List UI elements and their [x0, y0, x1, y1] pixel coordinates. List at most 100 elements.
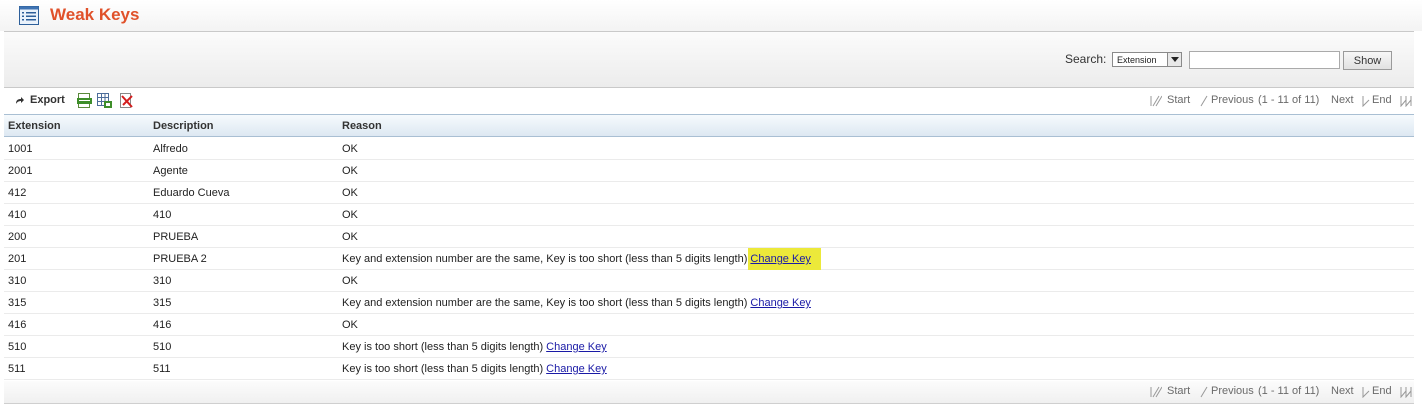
table-header: Extension Description Reason	[4, 114, 1414, 137]
reason-cell: OK	[342, 187, 358, 199]
pager-previous-link[interactable]: Previous	[1211, 94, 1254, 106]
reason-cell: OK	[342, 165, 358, 177]
reason-text: OK	[342, 143, 358, 155]
export-arrow-icon	[16, 97, 24, 104]
description-cell: PRUEBA 2	[153, 253, 207, 265]
table-row: 310 310 OK	[4, 270, 1414, 292]
extension-cell: 200	[8, 231, 27, 243]
description-cell: Eduardo Cueva	[153, 187, 230, 199]
change-key-link[interactable]: Change Key	[546, 363, 607, 375]
reason-cell: OK	[342, 231, 358, 243]
export-label: Export	[30, 94, 65, 106]
change-key-link[interactable]: Change Key	[748, 248, 821, 270]
table-row: 412 Eduardo Cueva OK	[4, 182, 1414, 204]
show-button[interactable]: Show	[1343, 51, 1392, 70]
reason-text: OK	[342, 165, 358, 177]
search-label: Search:	[1065, 52, 1107, 66]
extension-cell: 2001	[8, 165, 33, 177]
extension-cell: 511	[8, 363, 26, 375]
next-page-icon[interactable]	[1362, 95, 1370, 107]
footer-bar: Start Previous (1 - 11 of 11) Next End	[4, 381, 1414, 404]
toolbar: Export Start Previous (1 - 11 of 11) Nex…	[4, 88, 1414, 114]
reason-cell: Key and extension number are the same, K…	[342, 248, 821, 270]
last-page-icon[interactable]	[1400, 95, 1412, 107]
reason-cell: OK	[342, 143, 358, 155]
chevron-down-icon[interactable]	[1167, 53, 1181, 66]
reason-cell: OK	[342, 209, 358, 221]
pager-previous-link[interactable]: Previous	[1211, 385, 1254, 397]
column-header-extension[interactable]: Extension	[8, 120, 61, 132]
pager-start-link[interactable]: Start	[1167, 94, 1190, 106]
previous-page-icon[interactable]	[1200, 386, 1208, 398]
extension-cell: 412	[8, 187, 27, 199]
description-cell: 416	[153, 319, 172, 331]
change-key-link[interactable]: Change Key	[750, 297, 811, 309]
reason-text: OK	[342, 275, 358, 287]
reason-text: Key is too short (less than 5 digits len…	[342, 363, 544, 375]
reason-cell: Key and extension number are the same, K…	[342, 297, 811, 309]
search-field-select[interactable]: Extension	[1112, 52, 1182, 67]
pager-next-link[interactable]: Next	[1331, 94, 1354, 106]
reason-text: OK	[342, 187, 358, 199]
table-row: 2001 Agente OK	[4, 160, 1414, 182]
extension-cell: 1001	[8, 143, 33, 155]
extension-cell: 310	[8, 275, 27, 287]
table-body: 1001 Alfredo OK 2001 Agente OK 412 Eduardo Cuev…	[4, 138, 1414, 380]
export-csv-icon[interactable]	[77, 93, 92, 108]
description-cell: 310	[153, 275, 172, 287]
reason-cell: OK	[342, 275, 358, 287]
table-row: 410 410 OK	[4, 204, 1414, 226]
table-row: 200 PRUEBA OK	[4, 226, 1414, 248]
previous-page-icon[interactable]	[1200, 95, 1208, 107]
pager-info: (1 - 11 of 11)	[1258, 385, 1320, 397]
description-cell: 511	[153, 363, 171, 375]
table-row: 416 416 OK	[4, 314, 1414, 336]
reason-cell: Key is too short (less than 5 digits len…	[342, 363, 607, 375]
list-table-icon	[19, 6, 39, 25]
pager-end-link[interactable]: End	[1372, 385, 1392, 397]
extension-cell: 510	[8, 341, 27, 353]
search-input[interactable]	[1189, 51, 1340, 69]
pager-bottom: Start Previous (1 - 11 of 11) Next End	[1150, 385, 1414, 399]
reason-text: OK	[342, 231, 358, 243]
column-header-description[interactable]: Description	[153, 120, 214, 132]
description-cell: PRUEBA	[153, 231, 199, 243]
pager-next-link[interactable]: Next	[1331, 385, 1354, 397]
reason-text: OK	[342, 319, 358, 331]
description-cell: 410	[153, 209, 172, 221]
extension-cell: 416	[8, 319, 27, 331]
reason-text: OK	[342, 209, 358, 221]
reason-cell: OK	[342, 319, 358, 331]
export-pdf-icon[interactable]	[119, 93, 134, 108]
pager-info: (1 - 11 of 11)	[1258, 94, 1320, 106]
search-field-value: Extension	[1117, 55, 1157, 65]
table-row: 1001 Alfredo OK	[4, 138, 1414, 160]
table-row: 201 PRUEBA 2 Key and extension number are …	[4, 248, 1414, 270]
last-page-icon[interactable]	[1400, 386, 1412, 398]
description-cell: 315	[153, 297, 172, 309]
extension-cell: 410	[8, 209, 27, 221]
next-page-icon[interactable]	[1362, 386, 1370, 398]
description-cell: Alfredo	[153, 143, 188, 155]
reason-text: Key and extension number are the same, K…	[342, 253, 748, 265]
filter-bar: Search: Extension Show	[4, 31, 1414, 88]
pager-end-link[interactable]: End	[1372, 94, 1392, 106]
table-row: 315 315 Key and extension number are the s…	[4, 292, 1414, 314]
first-page-icon[interactable]	[1150, 386, 1162, 398]
reason-cell: Key is too short (less than 5 digits len…	[342, 341, 607, 353]
first-page-icon[interactable]	[1150, 95, 1162, 107]
description-cell: Agente	[153, 165, 188, 177]
extension-cell: 315	[8, 297, 27, 309]
export-spreadsheet-icon[interactable]	[97, 93, 112, 108]
description-cell: 510	[153, 341, 172, 353]
table-row: 510 510 Key is too short (less than 5 digi…	[4, 336, 1414, 358]
reason-text: Key and extension number are the same, K…	[342, 297, 748, 309]
change-key-link[interactable]: Change Key	[546, 341, 607, 353]
pager-start-link[interactable]: Start	[1167, 385, 1190, 397]
reason-text: Key is too short (less than 5 digits len…	[342, 341, 544, 353]
column-header-reason[interactable]: Reason	[342, 120, 382, 132]
title-bar: Weak Keys	[0, 0, 1422, 31]
extension-cell: 201	[8, 253, 27, 265]
table-row: 511 511 Key is too short (less than 5 digi…	[4, 358, 1414, 380]
page-title: Weak Keys	[50, 5, 140, 24]
